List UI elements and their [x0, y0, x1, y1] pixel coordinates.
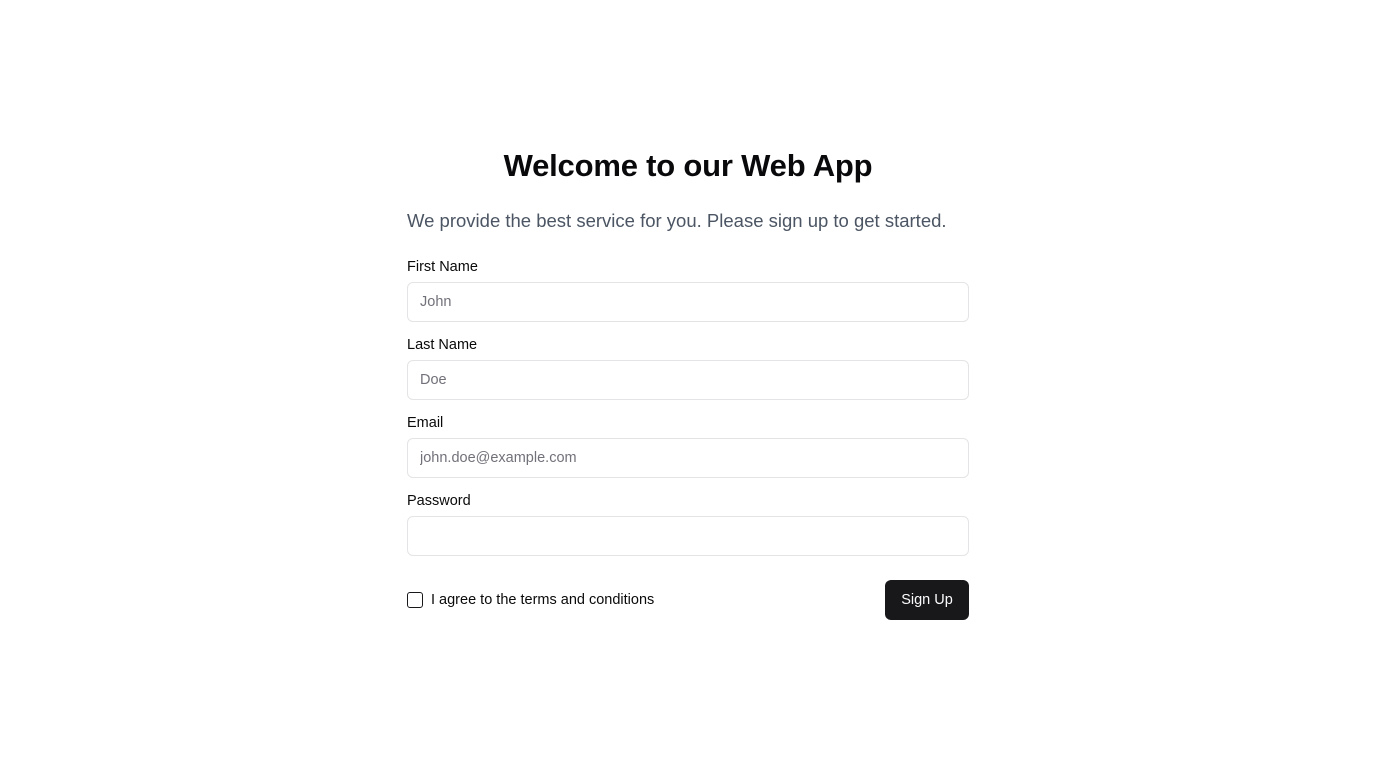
page-title: Welcome to our Web App — [503, 148, 873, 183]
email-label: Email — [407, 415, 444, 431]
signup-page: Welcome to our Web App We provide the be… — [0, 0, 1376, 768]
password-input[interactable] — [407, 516, 969, 556]
password-label: Password — [407, 493, 471, 509]
page-subtitle: We provide the best service for you. Ple… — [407, 210, 947, 231]
first-name-label: First Name — [407, 259, 478, 275]
sign-up-button[interactable]: Sign Up — [885, 580, 969, 620]
terms-row: I agree to the terms and conditions Sign… — [407, 580, 969, 620]
email-input[interactable] — [407, 438, 969, 478]
terms-checkbox[interactable] — [407, 592, 423, 608]
last-name-label: Last Name — [407, 337, 478, 353]
last-name-input[interactable] — [407, 360, 969, 400]
terms-label[interactable]: I agree to the terms and conditions — [431, 591, 654, 609]
first-name-input[interactable] — [407, 282, 969, 322]
